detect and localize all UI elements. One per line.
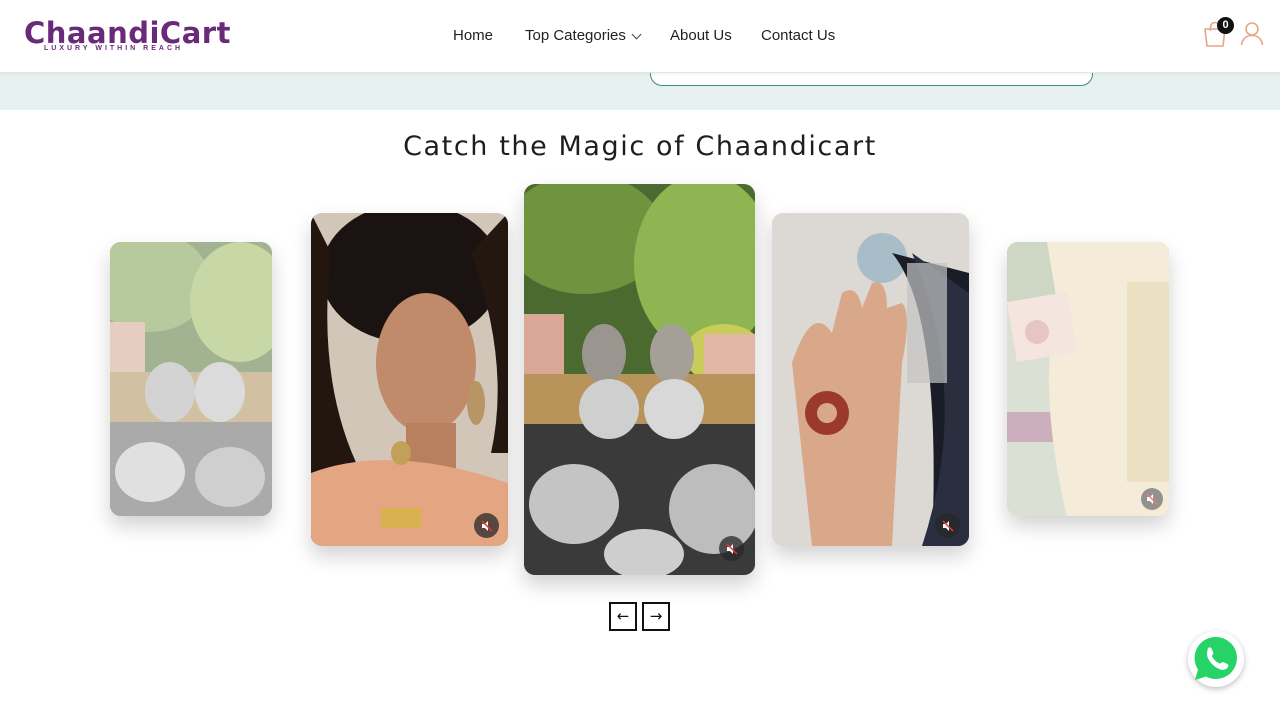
nav-about-us[interactable]: About Us — [670, 26, 732, 46]
cart-count-badge: 0 — [1217, 17, 1234, 34]
mute-icon[interactable] — [1141, 488, 1163, 510]
mute-icon[interactable] — [474, 513, 499, 538]
video-card-model-earrings[interactable] — [311, 213, 508, 546]
carousel-prev-button[interactable]: ← — [609, 602, 637, 631]
user-icon[interactable] — [1240, 21, 1264, 46]
whatsapp-icon[interactable] — [1188, 631, 1244, 687]
video-card-jhumkas-closeup[interactable] — [524, 184, 755, 575]
nav-contact-us[interactable]: Contact Us — [761, 26, 835, 46]
announcement-strip — [0, 69, 1280, 110]
chevron-down-icon — [631, 29, 642, 39]
section-title: Catch the Magic of Chaandicart — [403, 131, 877, 162]
nav-top-categories[interactable]: Top Categories — [525, 26, 642, 46]
mute-icon[interactable] — [935, 513, 960, 538]
video-card-henna-hand[interactable] — [772, 213, 969, 546]
carousel-next-button[interactable]: → — [642, 602, 670, 631]
video-card-embroidered-dress[interactable] — [1007, 242, 1169, 516]
brand-logo[interactable]: ChaandiCart LUXURY WITHIN REACH — [24, 17, 230, 57]
nav-home[interactable]: Home — [453, 26, 493, 46]
brand-tagline: LUXURY WITHIN REACH — [44, 45, 184, 52]
site-header: ChaandiCart LUXURY WITHIN REACH Home Top… — [0, 0, 1280, 73]
mute-icon[interactable] — [719, 536, 744, 561]
nav-top-categories-label: Top Categories — [525, 27, 626, 44]
video-card-jhumkas-basket[interactable] — [110, 242, 272, 516]
